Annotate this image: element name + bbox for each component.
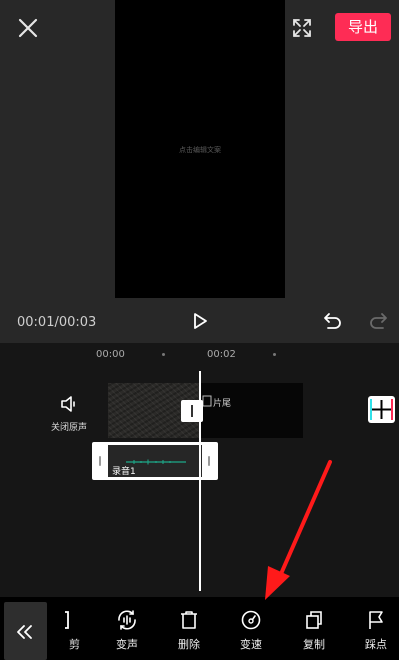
close-icon <box>18 18 38 38</box>
fullscreen-button[interactable] <box>290 16 314 40</box>
tool-label: 变速 <box>240 638 262 651</box>
fullscreen-icon <box>293 19 311 37</box>
mute-original-sound-toggle[interactable]: 关闭原声 <box>44 393 94 439</box>
tool-copy[interactable]: 复制 <box>291 609 337 652</box>
tool-label: 删除 <box>178 638 200 651</box>
tool-beat[interactable]: 踩点 <box>353 609 399 652</box>
beat-flag-icon <box>369 611 383 629</box>
ending-clip[interactable] <box>200 383 303 438</box>
ruler-time-label: 00:02 <box>207 349 236 360</box>
copy-icon <box>306 611 322 629</box>
close-button[interactable] <box>14 14 42 42</box>
time-display: 00:01/00:03 <box>17 315 97 330</box>
timeline[interactable]: 00:00 00:02 关闭原声 片尾 录音1 <box>0 343 399 597</box>
bottom-toolbar: 剪 变声 删除 变速 复制 踩点 <box>0 597 399 660</box>
trim-handle-left[interactable] <box>99 456 101 466</box>
ending-icon <box>202 395 212 407</box>
ruler-time-label: 00:00 <box>96 349 125 360</box>
audio-clip-name: 录音1 <box>112 467 136 477</box>
tool-label: 剪 <box>69 638 80 651</box>
tool-label: 复制 <box>303 638 325 651</box>
ending-clip-label: 片尾 <box>213 399 232 409</box>
audio-clip-body: 录音1 <box>108 445 202 477</box>
tool-split[interactable]: 剪 <box>50 609 80 652</box>
trim-handle-right[interactable] <box>208 456 210 466</box>
undo-icon <box>324 313 341 329</box>
redo-button[interactable] <box>367 310 389 332</box>
tool-speed[interactable]: 变速 <box>228 609 274 652</box>
speaker-icon <box>61 396 75 412</box>
playhead[interactable] <box>199 371 201 591</box>
play-button[interactable] <box>190 311 210 331</box>
canvas-hint-text[interactable]: 点击编辑文案 <box>115 145 285 155</box>
ruler-dot <box>273 353 276 356</box>
export-button[interactable]: 导出 <box>335 13 391 41</box>
tool-delete[interactable]: 删除 <box>166 609 212 652</box>
video-canvas[interactable]: 点击编辑文案 <box>115 0 285 298</box>
preview-area: 点击编辑文案 导出 00:01/00:03 <box>0 0 399 343</box>
split-icon <box>65 611 69 629</box>
play-icon <box>194 313 207 329</box>
double-chevron-left-icon <box>17 625 32 639</box>
add-clip-button[interactable] <box>368 396 395 423</box>
transition-icon <box>191 405 193 417</box>
mute-original-sound-label: 关闭原声 <box>50 423 87 433</box>
voice-change-icon <box>118 610 136 630</box>
tool-label: 变声 <box>116 638 138 651</box>
collapse-toolbar-button[interactable] <box>4 602 47 660</box>
ruler-dot <box>162 353 165 356</box>
redo-icon <box>370 313 387 329</box>
plus-icon <box>370 399 393 420</box>
tool-label: 踩点 <box>365 638 387 651</box>
delete-icon <box>181 611 197 629</box>
undo-button[interactable] <box>322 310 344 332</box>
tool-voice-change[interactable]: 变声 <box>104 609 150 652</box>
speed-icon <box>241 610 261 630</box>
